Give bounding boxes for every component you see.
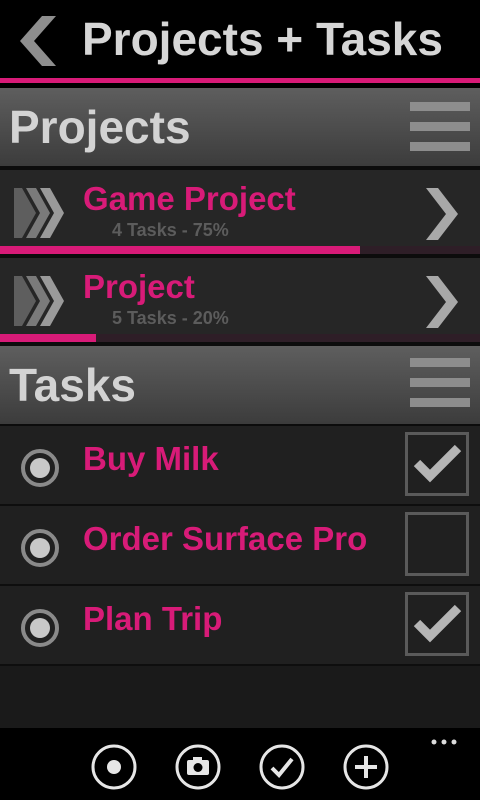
projects-menu-icon[interactable] bbox=[410, 102, 470, 154]
tasks-section-header: Tasks bbox=[0, 346, 480, 424]
projects-section-header: Projects bbox=[0, 88, 480, 166]
project-meta: 4 Tasks - 75% bbox=[112, 220, 229, 240]
page-title: Projects + Tasks bbox=[82, 13, 443, 65]
project-progress-bar bbox=[0, 246, 480, 254]
chevron-right-icon[interactable] bbox=[422, 188, 462, 240]
checkmark-icon bbox=[413, 604, 462, 643]
project-row-project[interactable]: Project 5 Tasks - 20% bbox=[0, 258, 480, 344]
project-name: Game Project bbox=[83, 180, 296, 217]
projects-section-title: Projects bbox=[9, 101, 191, 153]
task-checkbox[interactable] bbox=[405, 512, 469, 576]
project-progress-bar bbox=[0, 334, 480, 342]
task-row[interactable]: Order Surface Pro bbox=[0, 506, 480, 586]
task-row[interactable]: Plan Trip bbox=[0, 586, 480, 666]
task-checkbox[interactable] bbox=[405, 592, 469, 656]
project-chevrons-icon bbox=[14, 276, 64, 326]
project-meta: 5 Tasks - 20% bbox=[112, 308, 229, 328]
record-icon[interactable] bbox=[90, 743, 138, 791]
app-bar bbox=[0, 728, 480, 800]
tasks-menu-icon[interactable] bbox=[410, 358, 470, 410]
task-name: Plan Trip bbox=[83, 600, 223, 637]
task-name: Buy Milk bbox=[83, 440, 219, 477]
chevron-right-icon[interactable] bbox=[422, 276, 462, 328]
radio-icon[interactable] bbox=[20, 608, 60, 648]
task-name: Order Surface Pro bbox=[83, 520, 368, 557]
radio-icon[interactable] bbox=[20, 448, 60, 488]
add-icon[interactable] bbox=[342, 743, 390, 791]
more-dots-icon[interactable] bbox=[430, 738, 458, 746]
project-chevrons-icon bbox=[14, 188, 64, 238]
radio-icon[interactable] bbox=[20, 528, 60, 568]
checkmark-icon bbox=[413, 444, 462, 483]
project-row-game-project[interactable]: Game Project 4 Tasks - 75% bbox=[0, 170, 480, 256]
project-progress-fill bbox=[0, 246, 360, 254]
title-bar: Projects + Tasks bbox=[0, 0, 480, 78]
check-icon[interactable] bbox=[258, 743, 306, 791]
project-progress-fill bbox=[0, 334, 96, 342]
task-row[interactable]: Buy Milk bbox=[0, 426, 480, 506]
tasks-section-title: Tasks bbox=[9, 359, 137, 411]
camera-icon[interactable] bbox=[174, 743, 222, 791]
back-arrow-icon[interactable] bbox=[16, 16, 60, 66]
task-checkbox[interactable] bbox=[405, 432, 469, 496]
project-name: Project bbox=[83, 268, 195, 305]
